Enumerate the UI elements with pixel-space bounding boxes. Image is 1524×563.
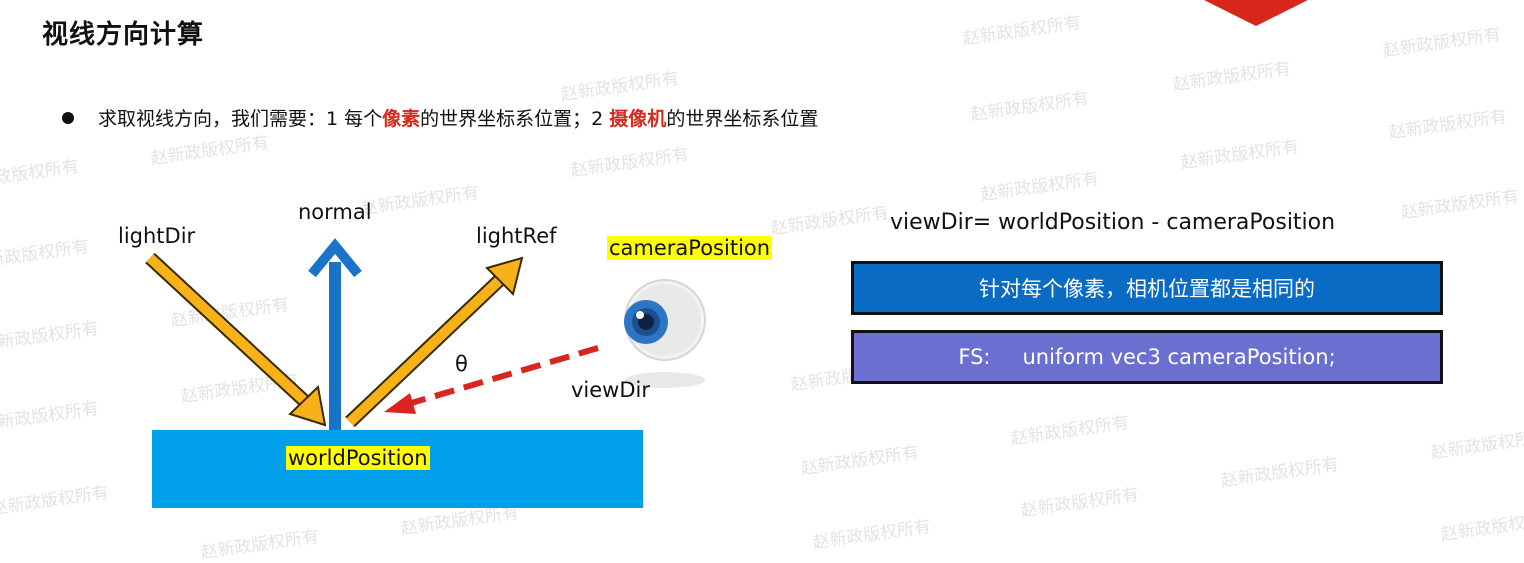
camera-same-note-box: 针对每个像素，相机位置都是相同的: [851, 261, 1443, 315]
uniform-declaration-box: FS: uniform vec3 cameraPosition;: [851, 330, 1443, 384]
world-position-label: worldPosition: [286, 446, 430, 470]
theta-label: θ: [455, 352, 468, 376]
camera-eye-icon: [624, 279, 706, 388]
light-dir-arrow: [145, 252, 327, 427]
normal-label: normal: [298, 200, 372, 224]
slide: 赵新政版权所有 赵新政版权所有 赵新政版权所有 赵新政版权所有 赵新政版权所有 …: [0, 0, 1524, 563]
view-dir-label: viewDir: [571, 378, 650, 402]
light-dir-label: lightDir: [118, 224, 196, 248]
light-ref-label: lightRef: [476, 224, 557, 248]
camera-same-note-text: 针对每个像素，相机位置都是相同的: [979, 277, 1315, 301]
fs-label: FS:: [958, 345, 991, 369]
camera-position-label: cameraPosition: [607, 236, 773, 260]
view-dir-formula: viewDir= worldPosition - cameraPosition: [890, 210, 1336, 235]
uniform-code: uniform vec3 cameraPosition;: [1022, 345, 1336, 369]
